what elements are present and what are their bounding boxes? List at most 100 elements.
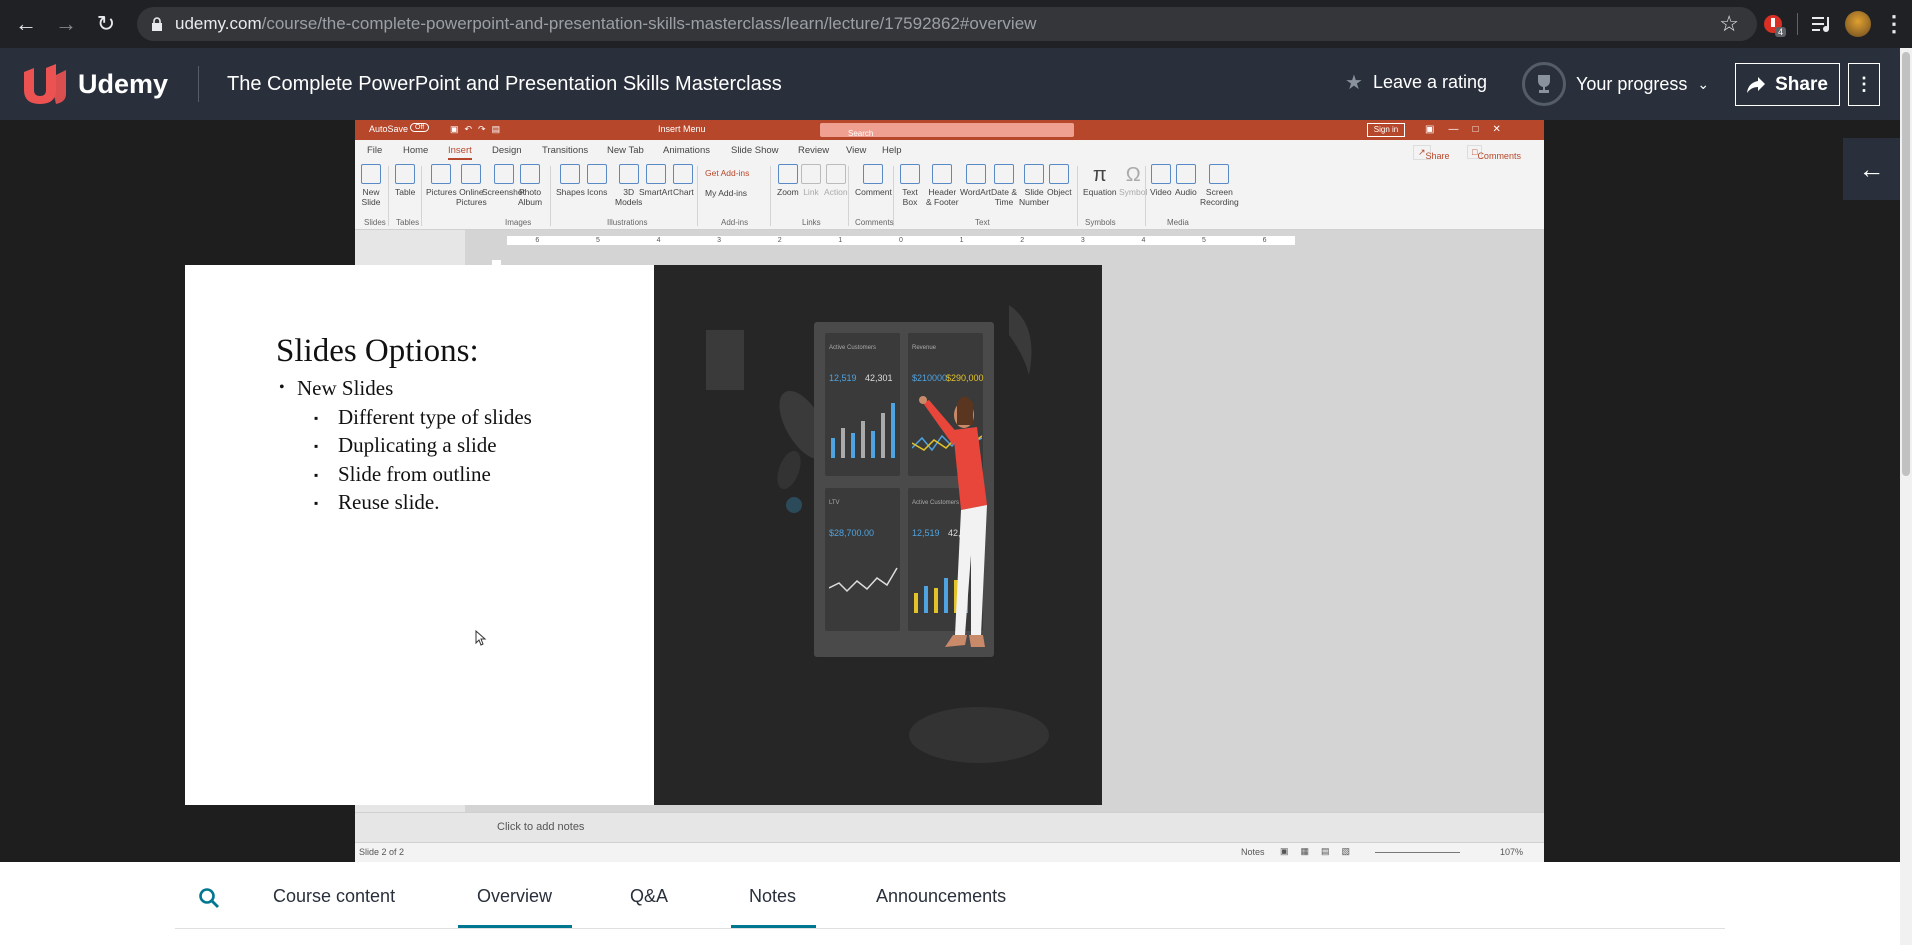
tab-notes[interactable]: Notes xyxy=(749,886,796,907)
label: Get Add-ins xyxy=(705,168,750,178)
reload-icon[interactable]: ↻ xyxy=(86,0,126,48)
menu-help: Help xyxy=(882,145,902,156)
group-label: Add-ins xyxy=(721,218,749,227)
menu-view: View xyxy=(846,145,867,156)
search-icon[interactable] xyxy=(197,886,221,910)
ppt-title-bar: AutoSave Off ▣↶↷▤ Insert Menu Search Sig… xyxy=(355,120,1544,140)
card-value: $28,700.00 xyxy=(829,528,875,538)
label: Object xyxy=(1047,187,1072,197)
bullet-level2: Duplicating a slide xyxy=(314,433,497,458)
group-label: Symbols xyxy=(1085,218,1116,227)
label: Comment xyxy=(855,187,892,197)
autosave-toggle: Off xyxy=(410,123,430,132)
ruler-tick: 3 xyxy=(717,237,722,244)
label: Photo Album xyxy=(518,187,543,207)
share-button[interactable]: Share xyxy=(1735,63,1840,106)
group-label: Text xyxy=(975,218,990,227)
extension-icon[interactable]: 4 xyxy=(1755,0,1791,48)
notes-pane: Click to add notes xyxy=(355,812,1544,842)
ribbon-icons: Icons xyxy=(587,164,607,197)
address-bar[interactable]: udemy.com/course/the-complete-powerpoint… xyxy=(137,7,1757,41)
slide-canvas: Slides Options: New Slides Different typ… xyxy=(185,265,1102,805)
udemy-logo[interactable]: Udemy xyxy=(20,64,168,104)
menu-home: Home xyxy=(403,145,429,156)
back-arrow-icon[interactable]: ← xyxy=(6,0,46,48)
slide-text-area: Slides Options: New Slides Different typ… xyxy=(185,265,654,805)
horizontal-ruler: 6 5 4 3 2 1 0 1 2 3 4 5 6 xyxy=(507,236,1295,245)
group-label: Links xyxy=(802,218,821,227)
view-icons: ▣▦▤▧ xyxy=(1280,846,1363,856)
bookmark-star-icon[interactable]: ☆ xyxy=(1719,11,1739,37)
ribbon-object: Object xyxy=(1047,164,1072,197)
collapse-arrow-icon[interactable]: ← xyxy=(1843,138,1900,200)
ribbon-header-footer: Header & Footer xyxy=(926,164,959,207)
ruler-tick: 4 xyxy=(1141,237,1146,244)
ruler-tick: 1 xyxy=(959,237,964,244)
ribbon-smartart: SmartArt xyxy=(639,164,673,197)
logo-text: Udemy xyxy=(78,68,169,99)
bullet-level2: Different type of slides xyxy=(314,405,532,430)
forward-arrow-icon[interactable]: → xyxy=(46,0,86,48)
ribbon-table: Table xyxy=(395,164,415,197)
label: Slide Number xyxy=(1019,187,1050,207)
udemy-logo-icon xyxy=(24,64,66,104)
more-options-button[interactable]: ⋮ xyxy=(1848,63,1880,106)
ppt-ribbon: New Slide Table Pictures Online Pictures… xyxy=(355,160,1544,230)
course-title[interactable]: The Complete PowerPoint and Presentation… xyxy=(227,73,782,96)
ppt-share-button: ↗ Share xyxy=(1413,145,1450,161)
progress-button[interactable]: Your progress ⌄ xyxy=(1522,62,1709,106)
ruler-tick: 1 xyxy=(838,237,843,244)
notes-placeholder: Click to add notes xyxy=(497,821,585,833)
share-arrow-icon xyxy=(1747,76,1766,93)
ppt-window-controls: ▣—□✕ xyxy=(1425,124,1515,135)
menu-design: Design xyxy=(492,145,522,156)
mouse-cursor-icon xyxy=(475,630,487,646)
menu-file: File xyxy=(367,145,383,156)
slide-illustration: Active Customers 12,519 42,301 Revenue $… xyxy=(654,265,1102,805)
ppt-search-text: Search xyxy=(848,129,874,138)
kebab-menu-icon[interactable]: ⋮ xyxy=(1876,0,1912,48)
label: WordArt xyxy=(960,187,992,197)
tab-qa[interactable]: Q&A xyxy=(630,886,668,907)
autosave-label: AutoSave xyxy=(369,124,409,134)
ruler-tick: 6 xyxy=(535,237,540,244)
zoom-level: 107% xyxy=(1500,847,1524,857)
extension-badge: 4 xyxy=(1775,27,1787,37)
slide-count: Slide 2 of 2 xyxy=(359,847,405,857)
media-control-icon[interactable] xyxy=(1804,0,1840,48)
trophy-icon xyxy=(1522,62,1566,106)
ppt-menu-bar: File Home Insert Design Transitions New … xyxy=(355,140,1544,161)
ribbon-video: Video xyxy=(1150,164,1172,197)
progress-label: Your progress xyxy=(1576,73,1688,94)
label: Table xyxy=(395,187,416,197)
label: Text Box xyxy=(902,187,918,207)
leave-rating-button[interactable]: ★ Leave a rating xyxy=(1345,70,1487,95)
label: Action xyxy=(824,187,848,197)
ribbon-photo-album: Photo Album xyxy=(518,164,542,207)
label: Video xyxy=(1150,187,1172,197)
ruler-tick: 3 xyxy=(1080,237,1085,244)
tab-course-content[interactable]: Course content xyxy=(273,886,395,907)
url-text: udemy.com/course/the-complete-powerpoint… xyxy=(175,14,1037,33)
label: Screen Recording xyxy=(1200,187,1239,207)
group-label: Comments xyxy=(855,218,894,227)
ribbon-slide-number: Slide Number xyxy=(1019,164,1049,207)
menu-new-tab: New Tab xyxy=(607,145,644,156)
star-icon: ★ xyxy=(1345,72,1363,94)
group-label: Slides xyxy=(364,218,386,227)
tab-overview[interactable]: Overview xyxy=(477,886,552,907)
group-label: Images xyxy=(505,218,532,227)
ribbon-text-box: Text Box xyxy=(900,164,920,207)
ribbon-wordart: WordArt xyxy=(960,164,991,197)
tab-announcements[interactable]: Announcements xyxy=(876,886,1006,907)
label: Date & Time xyxy=(991,187,1017,207)
ribbon-equation: π Equation xyxy=(1083,164,1117,197)
label: Audio xyxy=(1175,187,1197,197)
course-tabs: Course content Overview Q&A Notes Announ… xyxy=(0,862,1900,945)
label: Link xyxy=(803,187,819,197)
chevron-down-icon: ⌄ xyxy=(1697,75,1710,92)
avatar[interactable] xyxy=(1840,0,1876,48)
course-header: Udemy The Complete PowerPoint and Presen… xyxy=(0,48,1900,120)
page-scroll-thumb[interactable] xyxy=(1902,52,1910,476)
label: Chart xyxy=(673,187,694,197)
